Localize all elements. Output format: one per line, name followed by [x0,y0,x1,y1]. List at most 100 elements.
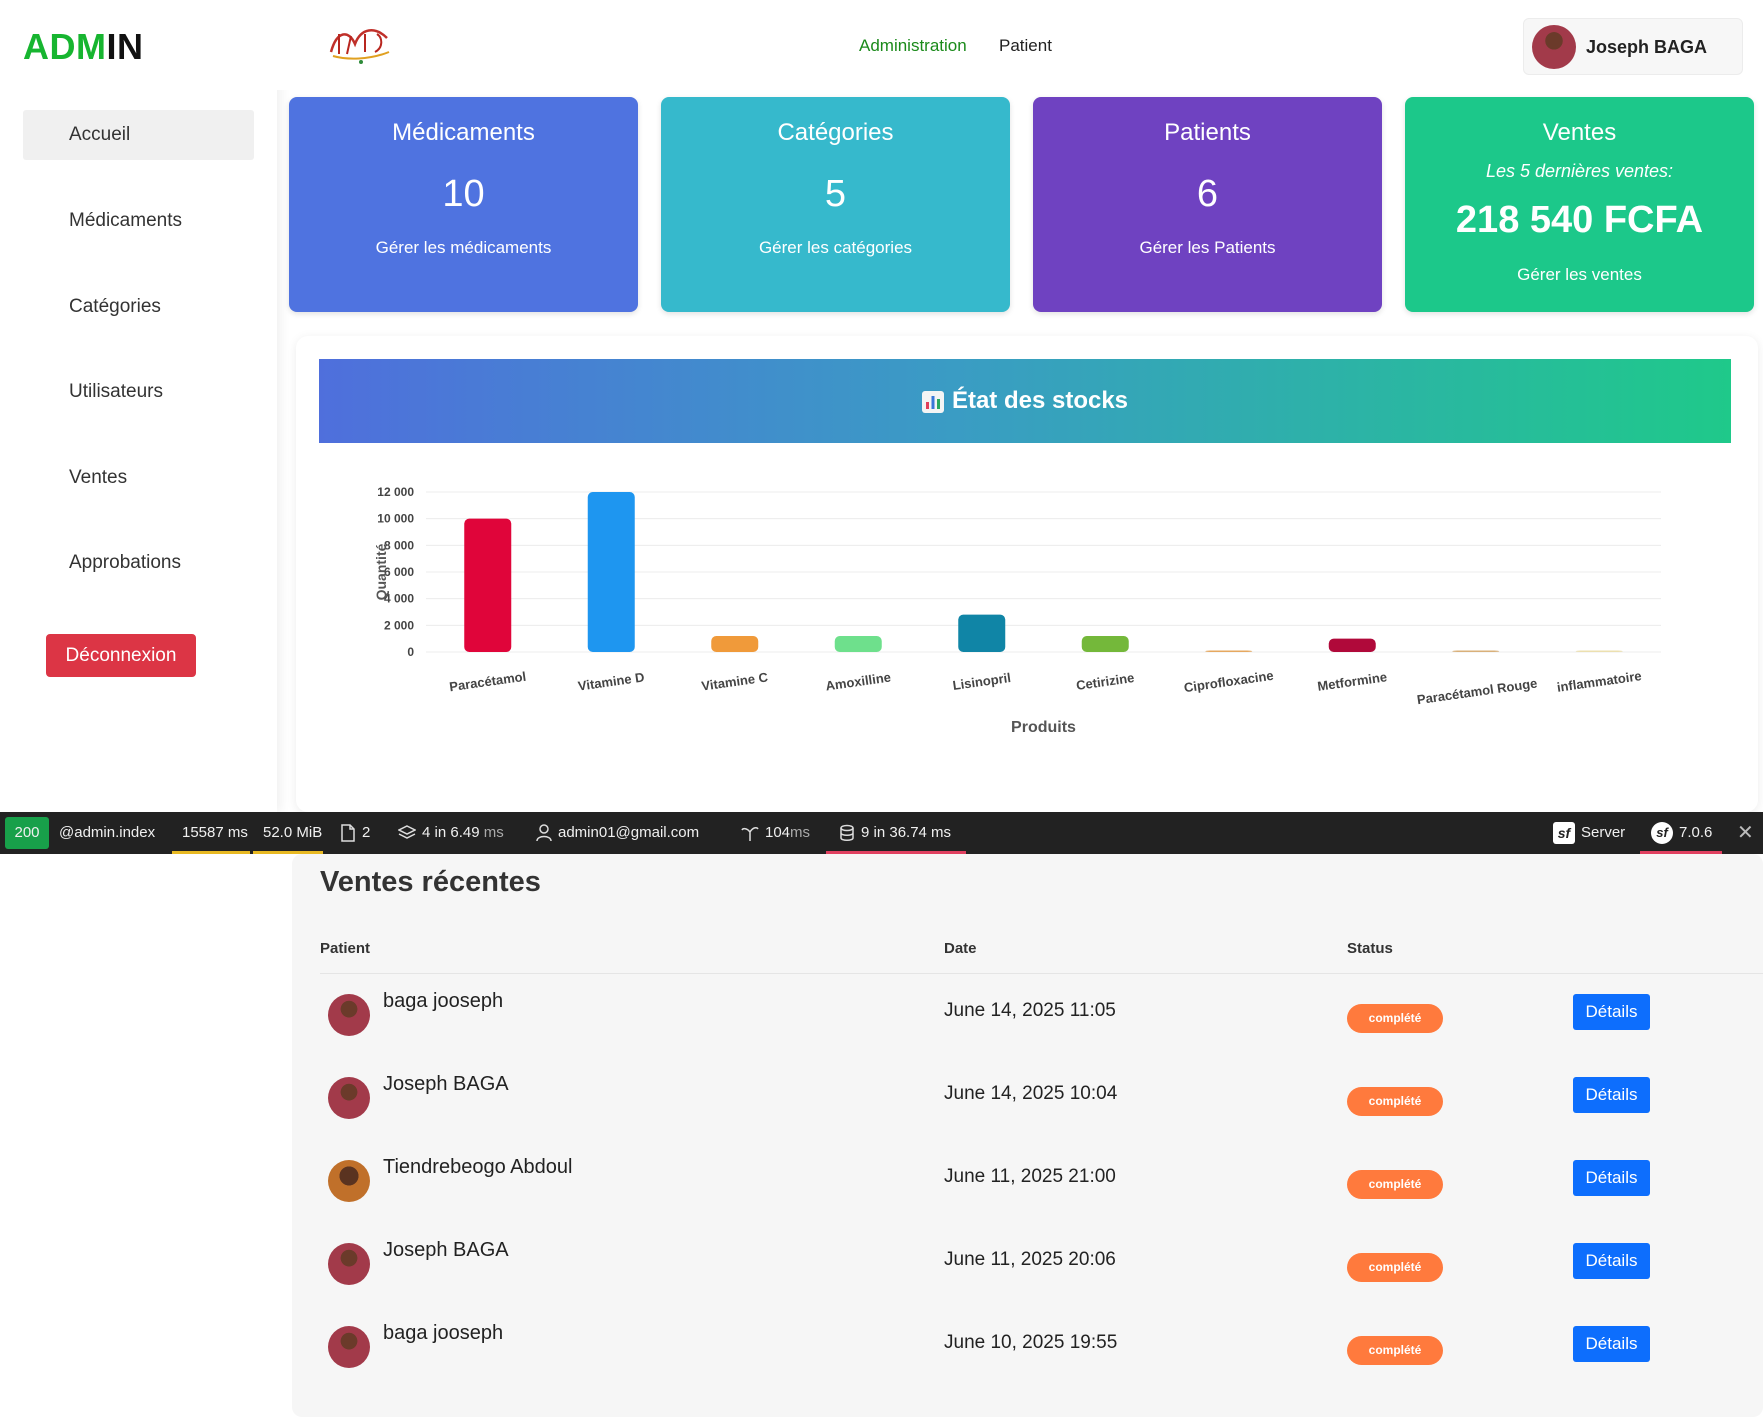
patient-name: Joseph BAGA [383,1073,509,1095]
stock-chart-panel: État des stocks 02 000 4 000 6 000 8 000 10 … [296,336,1758,812]
x-tick-label: Amoxilline [825,670,892,694]
memory-usage[interactable]: 52.0 MiB [263,812,322,854]
details-button[interactable]: Détails [1573,1077,1650,1113]
card-value: 5 [824,173,847,215]
nav-administration[interactable]: Administration [859,36,967,56]
twig-icon [741,827,759,842]
card-medicaments: Médicaments 10 Gérer les médicaments [289,97,638,312]
logout-button[interactable]: Déconnexion [46,634,196,677]
symfony-version-panel[interactable]: sf 7.0.6 [1651,812,1712,854]
patient-avatar [328,994,370,1036]
security-panel[interactable]: admin01@gmail.com [536,812,699,854]
files-panel[interactable]: 2 [340,812,370,854]
request-time[interactable]: 15587 ms [182,812,248,854]
sidebar-item-medicaments[interactable]: Médicaments [23,196,254,246]
twig-panel[interactable]: 104ms [741,812,810,854]
sale-date: June 11, 2025 20:06 [944,1249,1116,1270]
x-tick-label: Paracétamol [448,669,527,695]
user-menu[interactable]: Joseph BAGA [1523,18,1743,75]
server-panel[interactable]: sf Server [1553,812,1625,854]
manage-ventes-link[interactable]: Gérer les ventes [1405,265,1754,285]
sidebar-item-approbations[interactable]: Approbations [23,538,254,588]
sidebar-item-utilisateurs[interactable]: Utilisateurs [23,367,254,417]
user-name: Joseph BAGA [1586,37,1708,57]
sidebar-item-ventes[interactable]: Ventes [23,453,254,503]
bar-cetirizine [1081,636,1129,652]
debug-toolbar: 200 @admin.index 15587 ms 52.0 MiB 2 4 i… [0,812,1763,854]
sidebar-item-categories[interactable]: Catégories [23,282,254,332]
table-row: Joseph BAGA June 14, 2025 10:04 complété… [292,1061,1763,1144]
card-value: 6 [1196,173,1219,215]
bar-lisinopril [958,614,1006,652]
clinic-logo-icon[interactable] [325,22,395,66]
close-toolbar-icon[interactable]: ✕ [1737,812,1754,854]
bar-metformine [1328,638,1376,652]
x-tick-label: Cetirizine [1075,670,1135,693]
column-header-patient: Patient [320,940,371,957]
y-axis-title: Quantité [373,543,389,600]
bar-vitamine-c [711,636,759,652]
status-code-badge[interactable]: 200 [5,817,49,849]
events-count: 4 [422,824,431,841]
card-ventes: Ventes Les 5 dernières ventes: 218 540 F… [1405,97,1754,312]
card-value: 218 540 FCFA [1455,199,1704,241]
y-tick-label: 0 [407,645,414,659]
bar-ciprofloxacine [1205,650,1253,652]
stock-bar-chart: 02 0004 0006 0008 00010 00012 000Quantit… [373,485,1661,736]
recent-sales-panel: Ventes récentes Patient Date Status baga… [292,854,1763,1417]
sidebar-item-accueil[interactable]: Accueil [23,110,254,160]
sidebar: ADMIN Accueil Médicaments Catégories Uti… [0,0,277,812]
table-row: baga jooseph June 10, 2025 19:55 complét… [292,1310,1763,1393]
recent-sales-title: Ventes récentes [320,866,541,898]
file-icon [341,824,355,842]
status-badge: complété [1347,1170,1443,1199]
manage-medicaments-link[interactable]: Gérer les médicaments [289,238,638,258]
patient-avatar [328,1077,370,1119]
x-tick-label: Ciprofloxacine [1183,668,1275,695]
symfony-version: 7.0.6 [1679,824,1713,841]
manage-patients-link[interactable]: Gérer les Patients [1033,238,1382,258]
brand-prefix: ADM [23,26,107,67]
brand-logo[interactable]: ADMIN [23,26,143,68]
x-tick-label: inflammatoire [1556,668,1643,695]
status-badge: complété [1347,1253,1443,1282]
details-button[interactable]: Détails [1573,994,1650,1030]
details-button[interactable]: Détails [1573,1326,1650,1362]
files-count: 2 [362,824,371,841]
events-panel[interactable]: 4 in 6.49 ms [398,812,504,854]
card-title: Patients [1164,119,1251,146]
details-button[interactable]: Détails [1573,1160,1650,1196]
y-tick-label: 2 000 [384,618,414,632]
patient-avatar [328,1243,370,1285]
layers-icon [398,825,416,839]
user-avatar [1532,25,1576,69]
server-label: Server [1581,824,1626,841]
details-button[interactable]: Détails [1573,1243,1650,1279]
card-value: 10 [442,173,485,215]
database-panel[interactable]: 9 in 36.74 ms [839,812,951,854]
nav-patient[interactable]: Patient [999,36,1052,56]
bar-parac-tamol-rouge [1452,650,1500,652]
events-time: in 6.49 [434,824,480,841]
card-title: Catégories [777,119,894,146]
card-categories: Catégories 5 Gérer les catégories [661,97,1010,312]
patient-name: Tiendrebeogo Abdoul [383,1156,573,1178]
events-unit: ms [483,824,504,841]
route-name[interactable]: @admin.index [59,812,155,854]
y-tick-label: 12 000 [377,485,414,499]
x-axis-title: Produits [1011,719,1076,736]
y-tick-label: 10 000 [377,512,414,526]
sale-date: June 14, 2025 11:05 [944,1000,1116,1021]
x-tick-label: Vitamine D [577,669,645,693]
logged-user: admin01@gmail.com [558,824,700,841]
column-header-status: Status [1347,940,1393,957]
manage-categories-link[interactable]: Gérer les catégories [661,238,1010,258]
twig-time: 104 [765,824,791,841]
sale-date: June 11, 2025 21:00 [944,1166,1116,1187]
status-badge: complété [1347,1004,1443,1033]
brand-suffix: IN [106,26,144,67]
status-badge: complété [1347,1336,1443,1365]
patient-avatar [328,1326,370,1368]
patient-name: baga jooseph [383,1322,504,1344]
status-badge: complété [1347,1087,1443,1116]
